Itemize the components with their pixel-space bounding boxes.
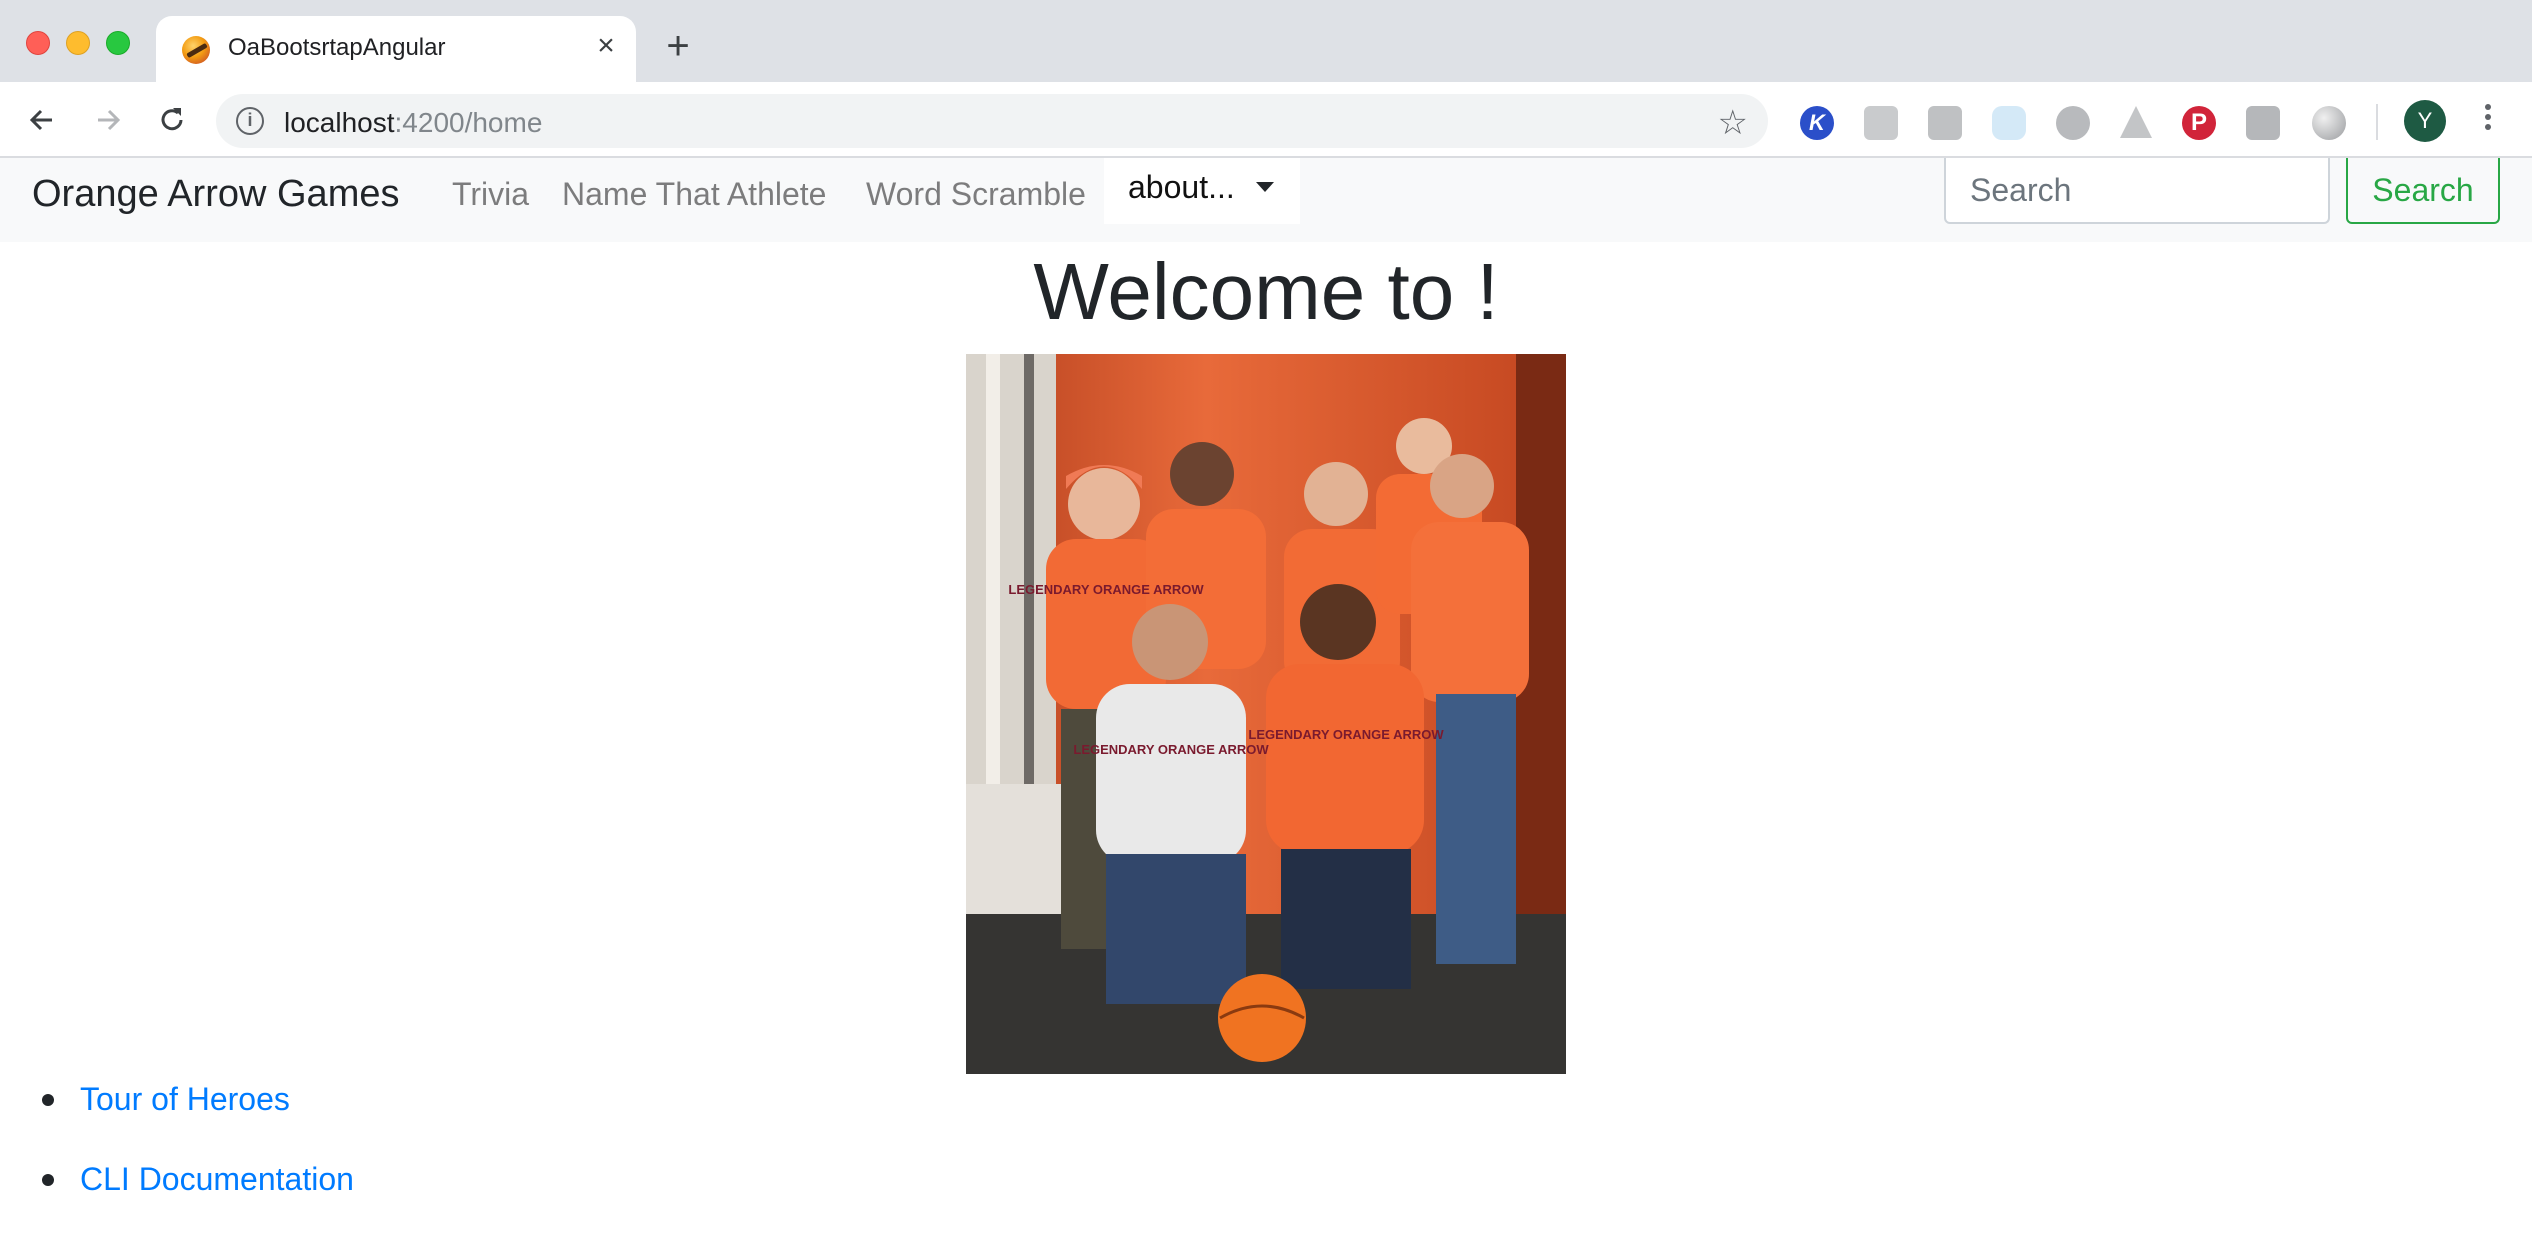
nav-link-name-that-athlete[interactable]: Name That Athlete	[562, 166, 826, 222]
parachute-extension-icon[interactable]	[2056, 106, 2090, 140]
maximize-window-button[interactable]	[106, 31, 130, 55]
address-bar[interactable]: i localhost:4200/home ☆	[216, 94, 1768, 148]
about-dropdown[interactable]: about...	[1104, 158, 1300, 224]
url-host: localhost	[284, 107, 395, 138]
forward-button[interactable]	[86, 98, 130, 142]
welcome-heading: Welcome to !	[1033, 247, 1499, 336]
tour-of-heroes-link[interactable]: Tour of Heroes	[80, 1081, 290, 1117]
forward-arrow-icon	[98, 109, 121, 131]
search-input[interactable]	[1944, 158, 2330, 224]
acrobat-extension-icon[interactable]	[2246, 106, 2280, 140]
profile-avatar[interactable]: Y	[2404, 100, 2446, 142]
tab-close-icon[interactable]: ×	[590, 30, 622, 62]
tab-title: OaBootsrtapAngular	[228, 34, 446, 61]
h-extension-icon[interactable]	[1928, 106, 1962, 140]
cli-documentation-link[interactable]: CLI Documentation	[80, 1161, 354, 1197]
address-url[interactable]: localhost:4200/home	[284, 107, 542, 139]
team-photo-illustration: LEGENDARY ORANGE ARROW LEGENDARY ORANGE …	[966, 354, 1566, 1074]
basketball-favicon-icon	[182, 36, 210, 64]
resource-links-list: Tour of Heroes CLI Documentation	[34, 1078, 354, 1238]
cloud-extension-icon[interactable]	[1992, 106, 2026, 140]
orb-extension-icon[interactable]	[2312, 106, 2346, 140]
toolbar-divider	[2376, 104, 2378, 140]
browser-tab-strip: OaBootsrtapAngular × +	[0, 0, 2532, 82]
search-button[interactable]: Search	[2346, 158, 2500, 224]
minimize-window-button[interactable]	[66, 31, 90, 55]
shirt-text: LEGENDARY ORANGE ARROW	[1008, 582, 1204, 597]
list-item: CLI Documentation	[34, 1158, 354, 1238]
back-arrow-icon	[29, 109, 52, 131]
close-window-button[interactable]	[26, 31, 50, 55]
site-info-icon[interactable]: i	[236, 107, 264, 135]
pinterest-extension-icon[interactable]: P	[2182, 106, 2216, 140]
nav-link-word-scramble[interactable]: Word Scramble	[866, 166, 1086, 222]
team-photo: LEGENDARY ORANGE ARROW LEGENDARY ORANGE …	[966, 354, 1566, 1074]
browser-toolbar: i localhost:4200/home ☆ K P Y	[0, 82, 2532, 158]
browser-menu-icon[interactable]	[2474, 100, 2502, 142]
reload-icon	[161, 108, 183, 131]
browser-tab-active[interactable]: OaBootsrtapAngular ×	[156, 16, 636, 82]
back-button[interactable]	[20, 98, 64, 142]
new-tab-button[interactable]: +	[660, 26, 696, 66]
camera-extension-icon[interactable]	[1864, 106, 1898, 140]
reload-button[interactable]	[150, 98, 194, 142]
shirt-text-front: LEGENDARY ORANGE ARROW	[1073, 742, 1269, 757]
navbar-brand[interactable]: Orange Arrow Games	[32, 166, 399, 222]
nav-link-trivia[interactable]: Trivia	[452, 166, 529, 222]
k-extension-icon[interactable]: K	[1800, 106, 1834, 140]
bookmark-star-icon[interactable]: ☆	[1718, 103, 1748, 143]
cone-extension-icon[interactable]	[2120, 106, 2152, 138]
list-item: Tour of Heroes	[34, 1078, 354, 1158]
site-navbar: Orange Arrow Games Trivia Name That Athl…	[0, 158, 2532, 242]
shirt-text-front-right: LEGENDARY ORANGE ARROW	[1248, 727, 1444, 742]
caret-down-icon	[1256, 182, 1274, 192]
about-dropdown-label: about...	[1128, 169, 1235, 205]
url-path: :4200/home	[394, 107, 543, 138]
